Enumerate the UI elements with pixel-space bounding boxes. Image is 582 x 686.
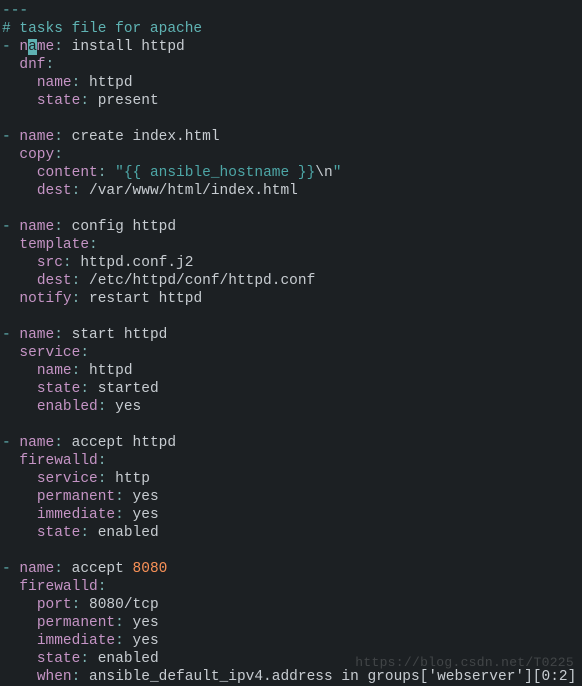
expr: {{ ansible_hostname }} [124, 165, 315, 181]
key-param: dest [37, 183, 72, 199]
comment-line: # tasks file for apache [2, 21, 202, 37]
task-name: accept httpd [72, 435, 176, 451]
key-param: permanent [37, 489, 115, 505]
key-name: name [19, 219, 54, 235]
key-param: immediate [37, 633, 115, 649]
dash-icon: - [2, 129, 11, 145]
task-name: accept [72, 561, 133, 577]
number: 8080 [133, 561, 168, 577]
key-param: dest [37, 273, 72, 289]
dash-icon: - [2, 219, 11, 235]
key-name: name [19, 39, 54, 55]
watermark-text: https://blog.csdn.net/T0225 [355, 654, 574, 672]
key-module: dnf [19, 57, 45, 73]
key-param: src [37, 255, 63, 271]
escape: \n [315, 165, 332, 181]
string-close: " [333, 165, 342, 181]
task-name: install httpd [72, 39, 185, 55]
key-module: firewalld [19, 453, 97, 469]
key-param: port [37, 597, 72, 613]
colon: : [54, 39, 63, 55]
key-module: template [19, 237, 89, 253]
key-param: content [37, 165, 98, 181]
key-param: state [37, 381, 81, 397]
key-name: name [19, 435, 54, 451]
key-name: name [19, 129, 54, 145]
task-name: create index.html [72, 129, 220, 145]
key-param: state [37, 525, 81, 541]
string-open: " [115, 165, 124, 181]
key-module: service [19, 345, 80, 361]
dash-icon: - [2, 435, 11, 451]
dash-icon: - [2, 327, 11, 343]
key-param: name [37, 75, 72, 91]
key-param: state [37, 93, 81, 109]
doc-start: --- [2, 3, 28, 19]
task-name: start httpd [72, 327, 168, 343]
key-name: name [19, 561, 54, 577]
key-param: state [37, 651, 81, 667]
key-name: name [19, 327, 54, 343]
key-param: service [37, 471, 98, 487]
dash-icon: - [2, 39, 11, 55]
key-when: when [37, 669, 72, 685]
task-name: config httpd [72, 219, 176, 235]
cursor: a [28, 39, 37, 55]
code-editor[interactable]: --- # tasks file for apache - name: inst… [0, 0, 582, 686]
key-param: permanent [37, 615, 115, 631]
key-module: firewalld [19, 579, 97, 595]
key-notify: notify [19, 291, 71, 307]
dash-icon: - [2, 561, 11, 577]
key-param: enabled [37, 399, 98, 415]
key-param: immediate [37, 507, 115, 523]
key-module: copy [19, 147, 54, 163]
key-param: name [37, 363, 72, 379]
